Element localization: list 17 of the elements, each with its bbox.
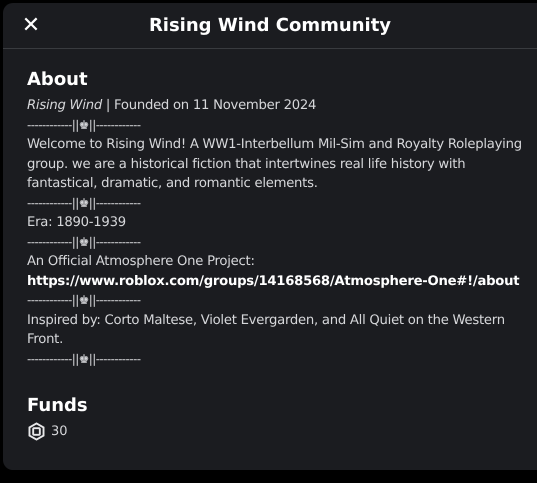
section-heading: About [27,69,88,90]
description-text: An Official Atmosphere One Project: [27,253,256,271]
group-link[interactable]: https://www.roblox.com/groups/14168568/Atmosphere-One#!/about [27,272,520,291]
description-text: Rising Wind | Founded on 11 November 2024 [27,97,318,115]
ornament-divider: ------------||♚||------------ [27,234,140,251]
ornament-divider: ------------||♚||------------ [27,292,140,309]
ornament-divider: ------------||♚||------------ [27,116,140,134]
ornament-divider: ------------||♚||------------ [27,194,140,212]
description-text: Era: 1890-1939 [27,214,127,232]
description-text: Welcome to Rising Wind! A WW1-Interbellum Mil-Sim and Royalty Roleplaying group. we are a historical fiction that intertwines real life history with fantastical, dramatic, and romantic elements. [27,136,523,193]
currency-icon [27,422,46,441]
section-heading: Funds [27,395,88,416]
window-title: Rising Wind Community [148,15,392,36]
ornament-divider: ------------||♚||------------ [27,350,140,368]
close-button[interactable]: ✕ [18,12,44,38]
funds-amount: 30 [51,424,68,439]
description-text: Inspired by: Corto Maltese, Violet Evergarden, and All Quiet on the Western Front. [27,312,506,349]
